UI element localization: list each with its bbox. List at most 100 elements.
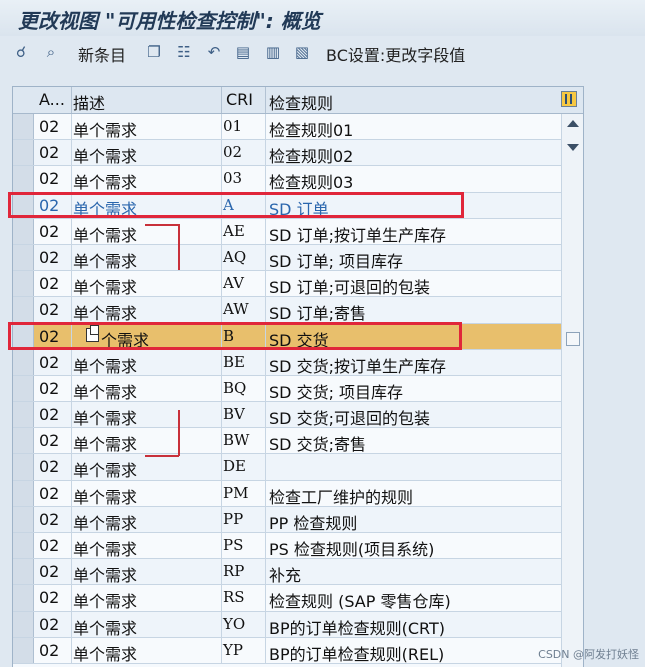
scroll-down-icon[interactable] [567,144,579,151]
new-entries-button[interactable]: 新条目 [78,42,126,66]
cell-area: 02 [39,169,60,189]
table-row[interactable]: 02 单个需求 BQ SD 交货; 项目库存 [13,375,561,403]
column-header-check-rule[interactable]: 检查规则 [269,90,333,114]
row-selector[interactable] [13,454,34,480]
table-header: A... 描述 CRI 检查规则 [13,87,583,114]
bc-settings-button[interactable]: BC设置:更改字段值 [326,42,465,66]
title-bar: 更改视图 "可用性检查控制": 概览 [0,0,645,36]
table-row[interactable]: 02 单个需求 PP PP 检查规则 [13,506,561,533]
copy-icon[interactable] [86,324,99,342]
cell-cri: AV [223,274,244,293]
cell-cri: YO [223,614,246,633]
check-control-table: A... 描述 CRI 检查规则 02 单个需求 01 检查规则01 02 单个需求 02 检… [12,86,584,667]
watermark: CSDN @阿发打妖怪 [538,648,639,661]
table-row[interactable]: 02 单个需求 02 检查规则02 [13,140,561,167]
cell-check-rule: SD 订单;寄售 [269,304,366,324]
cell-cri: B [223,326,235,345]
column-header-cri[interactable]: CRI [226,90,253,109]
cell-cri: A [223,195,234,214]
row-selector[interactable] [13,166,34,192]
row-selector[interactable] [13,271,34,297]
table-row[interactable]: 02 单个需求 DE [13,454,561,481]
table-row[interactable]: 02 单个需求 BE SD 交货;按订单生产库存 [13,349,561,376]
table-row[interactable]: 02 个需求 B SD 交货 [13,323,561,350]
row-selector[interactable] [13,375,34,402]
cell-area: 02 [39,300,60,320]
table-row[interactable]: 02 单个需求 03 检查规则03 [13,166,561,193]
cell-description: 单个需求 [73,513,138,533]
cell-cri: RP [223,562,245,581]
cell-area: 02 [39,326,60,346]
row-selector[interactable] [13,533,34,559]
row-selector[interactable] [13,323,34,349]
scroll-up-icon[interactable] [567,120,579,127]
cell-area: 02 [39,274,60,294]
table-row[interactable]: 02 单个需求 RP 补充 [13,559,561,586]
cell-area: 02 [39,405,60,425]
table-row[interactable]: 02 单个需求 PM 检查工厂维护的规则 [13,480,561,507]
cell-description: 单个需求 [73,644,138,664]
row-selector[interactable] [13,428,34,454]
cell-area: 02 [39,509,60,529]
row-selector[interactable] [13,611,34,637]
find-icon[interactable]: ⌕ [42,43,60,61]
cell-description: 单个需求 [73,540,138,559]
copy-icon[interactable]: ❐ [145,43,163,61]
row-selector[interactable] [13,506,34,532]
delete-icon[interactable]: ☷ [175,43,193,61]
cell-area: 02 [39,431,60,451]
cell-area: 02 [39,247,60,267]
cell-check-rule: 检查规则01 [269,121,354,140]
cell-check-rule: 补充 [269,566,302,586]
column-header-a[interactable]: A... [39,90,65,109]
cell-check-rule: BP的订单检查规则(REL) [269,644,445,664]
undo-icon[interactable]: ↶ [205,43,223,61]
row-selector[interactable] [13,585,34,611]
table-row[interactable]: 02 单个需求 AW SD 订单;寄售 [13,297,561,324]
cell-cri: PM [223,483,249,502]
cell-description: 单个需求 [73,251,138,271]
row-selector[interactable] [13,192,34,218]
cell-cri: PP [223,509,244,528]
cell-area: 02 [39,588,60,608]
cell-description: 单个需求 [73,592,138,612]
table-row[interactable]: 02 单个需求 AE SD 订单;按订单生产库存 [13,218,561,245]
select-block-icon[interactable]: ▥ [264,43,282,61]
table-row[interactable]: 02 单个需求 01 检查规则01 [13,114,561,141]
cell-area: 02 [39,378,60,398]
row-selector[interactable] [13,140,34,166]
table-row[interactable]: 02 单个需求 PS PS 检查规则(项目系统) [13,533,561,560]
row-selector[interactable] [13,349,34,375]
column-settings-icon[interactable] [561,91,577,107]
column-header-description[interactable]: 描述 [73,90,105,114]
table-row[interactable]: 02 单个需求 YO BP的订单检查规则(CRT) [13,611,561,638]
row-selector[interactable] [13,114,34,140]
table-row[interactable]: 02 单个需求 BV SD 交货;可退回的包装 [13,402,561,429]
cell-check-rule: SD 订单 [269,199,329,219]
row-selector[interactable] [13,637,34,663]
cell-cri: YP [223,640,243,659]
table-row[interactable]: 02 单个需求 A SD 订单 [13,192,561,219]
table-row[interactable]: 02 单个需求 YP BP的订单检查规则(REL) [13,637,561,664]
row-selector[interactable] [13,480,34,506]
cell-cri: AE [223,221,245,240]
row-selector[interactable] [13,244,34,271]
cell-cri: DE [223,457,246,476]
table-row[interactable]: 02 单个需求 BW SD 交货;寄售 [13,428,561,455]
row-selector[interactable] [13,559,34,585]
table-row[interactable]: 02 单个需求 AQ SD 订单; 项目库存 [13,244,561,272]
row-selector[interactable] [13,297,34,323]
cell-check-rule: SD 交货;寄售 [269,435,366,455]
table-row[interactable]: 02 单个需求 AV SD 订单;可退回的包装 [13,271,561,298]
scroll-thumb[interactable] [566,332,580,346]
row-selector[interactable] [13,402,34,428]
cell-area: 02 [39,457,60,477]
deselect-all-icon[interactable]: ▧ [293,43,311,61]
table-row[interactable]: 02 单个需求 RS 检查规则 (SAP 零售仓库) [13,585,561,612]
vertical-scrollbar[interactable] [561,114,583,667]
cell-cri: BE [223,352,245,371]
cell-check-rule: BP的订单检查规则(CRT) [269,618,446,638]
select-all-icon[interactable]: ▤ [234,43,252,61]
glasses-icon[interactable]: ☌ [12,43,30,61]
row-selector[interactable] [13,218,34,244]
